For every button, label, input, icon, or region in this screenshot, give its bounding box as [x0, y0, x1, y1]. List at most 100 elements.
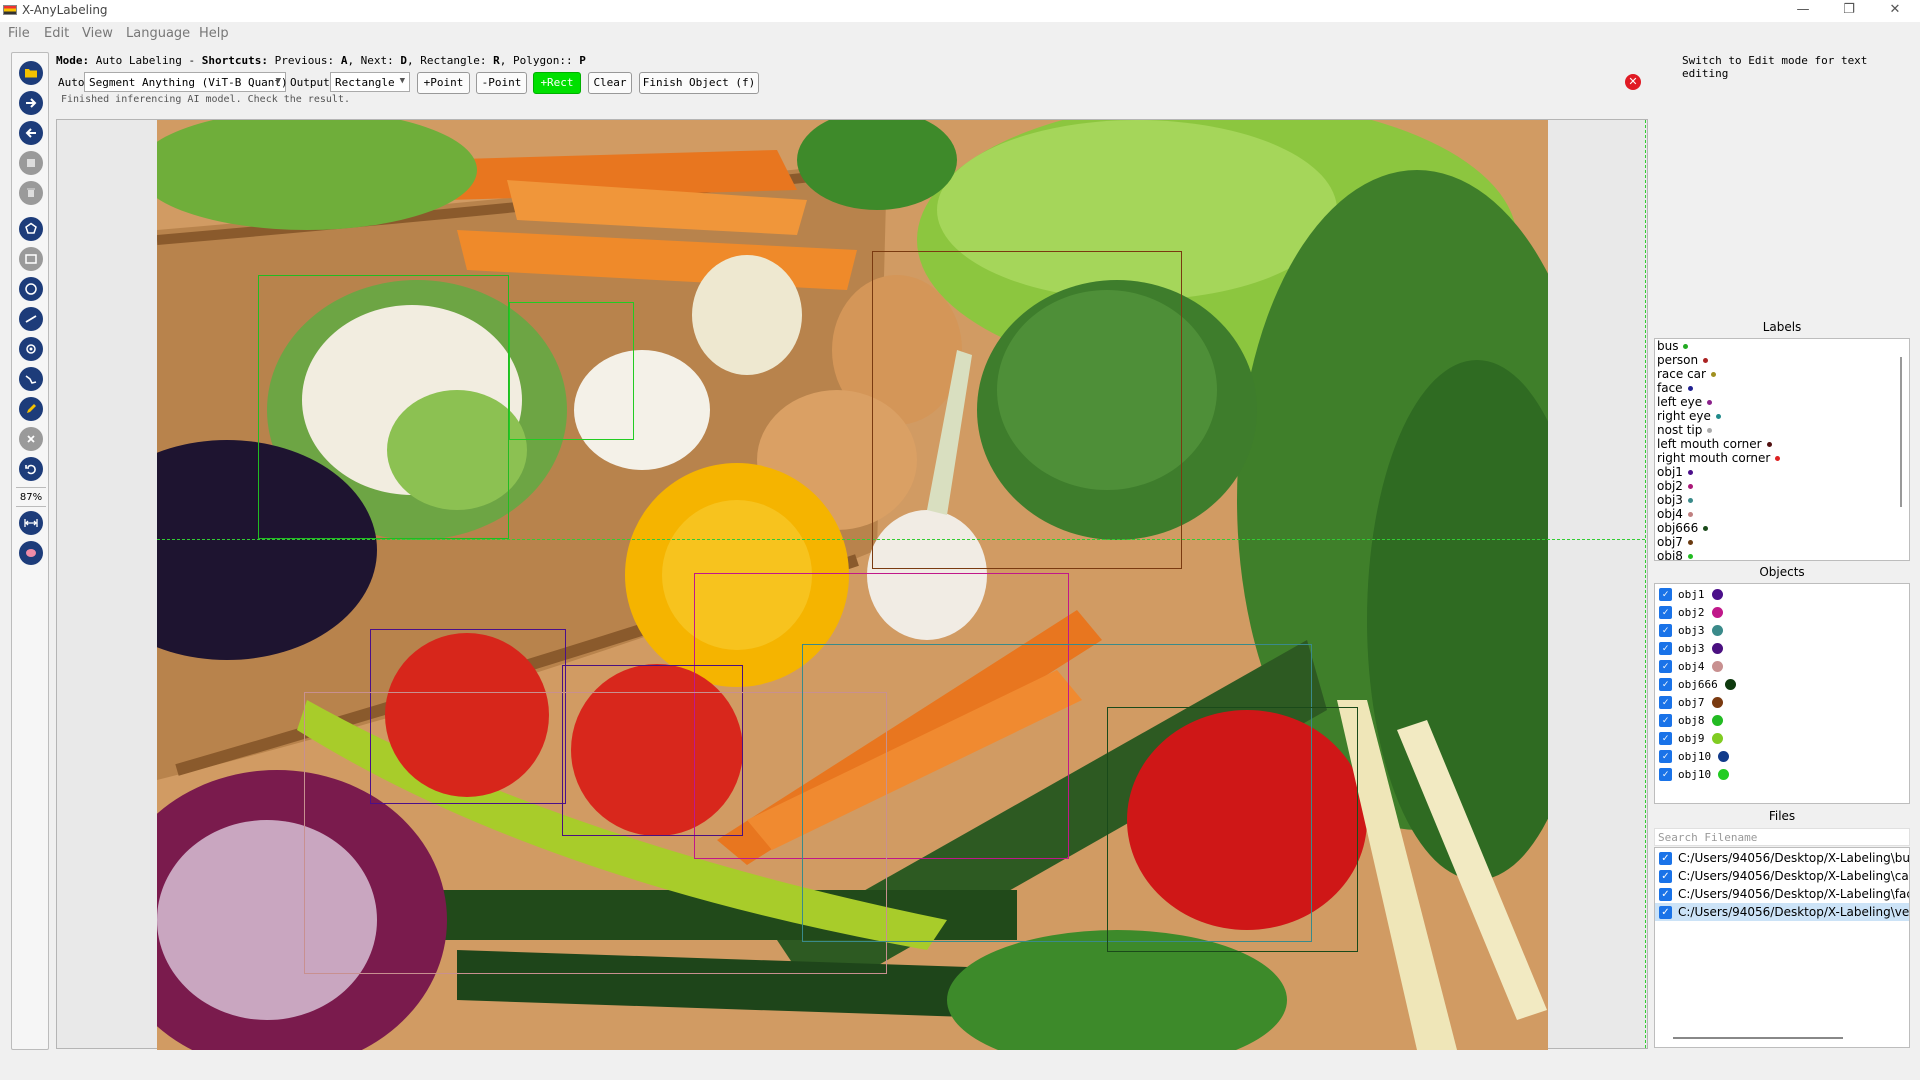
object-item[interactable]: ✓ obj8: [1655, 711, 1909, 729]
label-item[interactable]: left mouth corner: [1655, 437, 1909, 451]
delete-file-icon[interactable]: [19, 181, 43, 205]
menu-help[interactable]: Help: [199, 26, 229, 41]
file-item[interactable]: ✓ C:/Users/94056/Desktop/X-Labeling\bus: [1655, 849, 1909, 867]
add-point-button[interactable]: +Point: [417, 72, 470, 94]
object-item[interactable]: ✓ obj1: [1655, 585, 1909, 603]
label-color-dot: [1703, 358, 1709, 363]
edit-mode-hint: Switch to Edit mode for text editing: [1682, 54, 1868, 80]
polygon-icon[interactable]: [19, 217, 43, 241]
object-item[interactable]: ✓ obj666: [1655, 675, 1909, 693]
label-name: obj1: [1657, 465, 1683, 479]
circle-icon[interactable]: [19, 277, 43, 301]
labels-list[interactable]: bus person race car face left eye right eye no…: [1654, 338, 1910, 561]
file-item[interactable]: ✓ C:/Users/94056/Desktop/X-Labeling\car: [1655, 867, 1909, 885]
fit-width-icon[interactable]: [19, 511, 43, 535]
output-select[interactable]: Rectangle ▼: [330, 72, 410, 92]
menu-view[interactable]: View: [82, 26, 113, 41]
visibility-checkbox[interactable]: ✓: [1659, 677, 1672, 691]
linestrip-icon[interactable]: [19, 367, 43, 391]
label-item[interactable]: obj8: [1655, 549, 1909, 560]
label-item[interactable]: person: [1655, 353, 1909, 367]
save-icon[interactable]: [19, 151, 43, 175]
file-item[interactable]: ✓ C:/Users/94056/Desktop/X-Labeling\fac: [1655, 885, 1909, 903]
object-item[interactable]: ✓ obj4: [1655, 657, 1909, 675]
ai-brain-icon[interactable]: [19, 541, 43, 565]
object-name: obj7: [1678, 695, 1705, 709]
visibility-checkbox[interactable]: ✓: [1659, 749, 1672, 763]
next-image-icon[interactable]: [19, 91, 43, 115]
label-name: nost tip: [1657, 423, 1703, 437]
edit-icon[interactable]: [19, 397, 43, 421]
model-select-value: Segment Anything (ViT-B Quant): [89, 76, 288, 89]
files-scrollbar[interactable]: [1673, 1037, 1843, 1039]
label-item[interactable]: bus: [1655, 339, 1909, 353]
line-icon[interactable]: [19, 307, 43, 331]
minimize-button[interactable]: —: [1780, 0, 1826, 22]
add-rect-button[interactable]: +Rect: [533, 72, 581, 94]
visibility-checkbox[interactable]: ✓: [1659, 659, 1672, 673]
visibility-checkbox[interactable]: ✓: [1659, 713, 1672, 727]
close-auto-label-icon[interactable]: ✕: [1625, 74, 1641, 90]
object-item[interactable]: ✓ obj3: [1655, 621, 1909, 639]
label-item[interactable]: nost tip: [1655, 423, 1909, 437]
crosshair-vertical: [1645, 120, 1646, 1048]
remove-point-button[interactable]: -Point: [476, 72, 527, 94]
visibility-checkbox[interactable]: ✓: [1659, 641, 1672, 655]
clear-button[interactable]: Clear: [588, 72, 632, 94]
menu-file[interactable]: File: [8, 26, 30, 41]
object-item[interactable]: ✓ obj2: [1655, 603, 1909, 621]
label-item[interactable]: obj666: [1655, 521, 1909, 535]
label-item[interactable]: face: [1655, 381, 1909, 395]
open-folder-icon[interactable]: [19, 61, 43, 85]
shortcuts-label: Shortcuts:: [201, 54, 268, 67]
prev-image-icon[interactable]: [19, 121, 43, 145]
object-item[interactable]: ✓ obj10: [1655, 747, 1909, 765]
zoom-level[interactable]: 87%: [12, 492, 50, 503]
menu-language[interactable]: Language: [126, 26, 190, 41]
visibility-checkbox[interactable]: ✓: [1659, 623, 1672, 637]
visibility-checkbox[interactable]: ✓: [1659, 695, 1672, 709]
visibility-checkbox[interactable]: ✓: [1659, 767, 1672, 781]
image-canvas[interactable]: [56, 119, 1648, 1050]
object-name: obj10: [1678, 767, 1712, 781]
restore-button[interactable]: ❐: [1826, 0, 1872, 22]
file-checkbox[interactable]: ✓: [1659, 851, 1672, 865]
rectangle-icon[interactable]: [19, 247, 43, 271]
object-item[interactable]: ✓ obj9: [1655, 729, 1909, 747]
files-list[interactable]: ✓ C:/Users/94056/Desktop/X-Labeling\bus ✓ C…: [1654, 847, 1910, 1048]
file-checkbox[interactable]: ✓: [1659, 887, 1672, 901]
object-item[interactable]: ✓ obj3: [1655, 639, 1909, 657]
label-name: person: [1657, 353, 1699, 367]
label-name: obj3: [1657, 493, 1683, 507]
label-item[interactable]: right eye: [1655, 409, 1909, 423]
file-search-input[interactable]: Search Filename: [1654, 828, 1910, 846]
labels-scrollbar[interactable]: [1900, 357, 1902, 507]
file-checkbox[interactable]: ✓: [1659, 905, 1672, 919]
label-color-dot: [1766, 442, 1772, 447]
label-item[interactable]: left eye: [1655, 395, 1909, 409]
file-item[interactable]: ✓ C:/Users/94056/Desktop/X-Labeling\veg: [1655, 903, 1909, 921]
label-item[interactable]: obj3: [1655, 493, 1909, 507]
object-item[interactable]: ✓ obj10: [1655, 765, 1909, 783]
label-item[interactable]: obj4: [1655, 507, 1909, 521]
visibility-checkbox[interactable]: ✓: [1659, 587, 1672, 601]
label-item[interactable]: obj7: [1655, 535, 1909, 549]
menu-edit[interactable]: Edit: [44, 26, 69, 41]
close-window-button[interactable]: ✕: [1872, 0, 1918, 22]
label-item[interactable]: right mouth corner: [1655, 451, 1909, 465]
visibility-checkbox[interactable]: ✓: [1659, 731, 1672, 745]
label-item[interactable]: obj1: [1655, 465, 1909, 479]
undo-icon[interactable]: [19, 457, 43, 481]
object-item[interactable]: ✓ obj7: [1655, 693, 1909, 711]
label-item[interactable]: obj2: [1655, 479, 1909, 493]
object-name: obj9: [1678, 731, 1705, 745]
finish-object-button[interactable]: Finish Object (f): [639, 72, 759, 94]
file-checkbox[interactable]: ✓: [1659, 869, 1672, 883]
point-icon[interactable]: [19, 337, 43, 361]
vegetables-photo: [157, 120, 1548, 1050]
visibility-checkbox[interactable]: ✓: [1659, 605, 1672, 619]
label-item[interactable]: race car: [1655, 367, 1909, 381]
delete-shape-icon[interactable]: [19, 427, 43, 451]
objects-list[interactable]: ✓ obj1 ✓ obj2 ✓ obj3 ✓ obj3 ✓ obj4 ✓ obj666 ✓ obj7 ✓ ob…: [1654, 583, 1910, 804]
model-select[interactable]: Segment Anything (ViT-B Quant) ▼: [84, 72, 288, 92]
